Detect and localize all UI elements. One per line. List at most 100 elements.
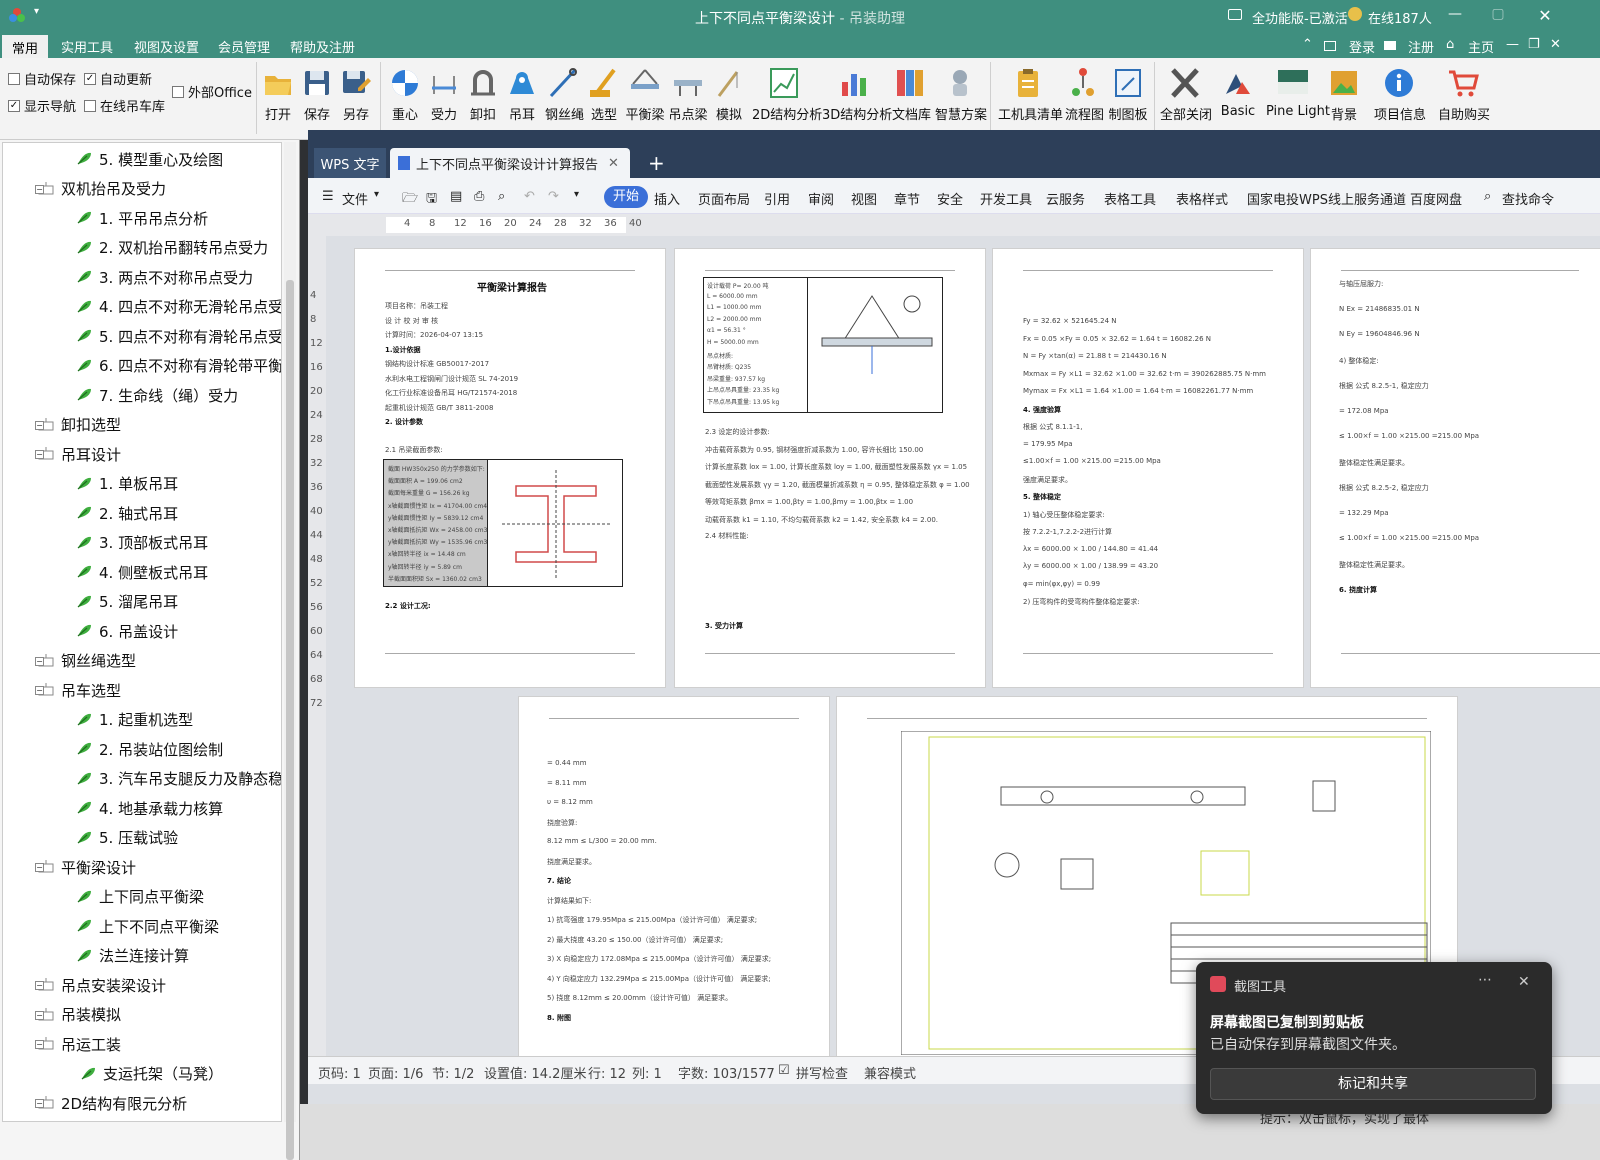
lifting-beam-button[interactable]: 吊点梁 (668, 66, 708, 132)
ribbon-layout-icon[interactable] (1324, 41, 1336, 51)
theme-basic-button[interactable]: Basic (1218, 66, 1258, 132)
status-row[interactable]: 行: 12 (588, 1063, 626, 1082)
menu-spic-service[interactable]: 国家电投WPS线上服务通道 (1247, 189, 1406, 208)
menu-cloud-service[interactable]: 云服务 (1046, 189, 1085, 208)
collapse-toggle-icon[interactable]: − (35, 656, 44, 666)
tree-category[interactable]: 吊点安装梁设计 (37, 973, 166, 997)
save-as-button[interactable]: 另存 (340, 66, 372, 132)
tree-item[interactable]: 支运托架（马凳） (79, 1062, 223, 1086)
menu-chapter[interactable]: 章节 (894, 189, 920, 208)
shackle-button[interactable]: 卸扣 (467, 66, 499, 132)
tree-category[interactable]: 吊装模拟 (37, 1003, 121, 1027)
menu-home[interactable]: 常用 (2, 35, 49, 58)
tree-category[interactable]: 2D结构有限元分析 (37, 1091, 187, 1115)
collapse-toggle-icon[interactable]: − (35, 1010, 44, 1020)
tree-item[interactable]: 4. 四点不对称无滑轮吊点受 (75, 295, 281, 319)
menu-baidu-disk[interactable]: 百度网盘 (1410, 189, 1462, 208)
register-link[interactable]: 注册 (1408, 37, 1434, 56)
child-restore-button[interactable]: ❐ (1528, 37, 1540, 52)
collapse-toggle-icon[interactable]: − (35, 420, 44, 430)
tree-item[interactable]: 7. 生命线（绳）受力 (75, 383, 238, 407)
force-button[interactable]: 受力 (428, 66, 460, 132)
document-page-3[interactable]: Fy = 32.62 × 521645.24 N Fx = 0.05 ×Fy = … (992, 248, 1304, 688)
document-page-4[interactable]: 与轴压屈服力: N Ex = 21486835.01 N N Ey = 196048… (1310, 248, 1600, 688)
quick-tools-dropdown-icon[interactable]: ▾ (574, 189, 579, 200)
undo-icon[interactable]: ↶ (524, 189, 535, 204)
document-library-button[interactable]: 文档库 (892, 66, 931, 132)
tab-start[interactable]: 开始 (604, 186, 648, 208)
lifting-lug-button[interactable]: 吊耳 (506, 66, 538, 132)
menu-references[interactable]: 引用 (764, 189, 790, 208)
menu-table-style[interactable]: 表格样式 (1176, 189, 1228, 208)
tree-item[interactable]: 4. 侧壁板式吊耳 (75, 560, 208, 584)
menu-insert[interactable]: 插入 (654, 189, 680, 208)
tree-category[interactable]: 钢丝绳选型 (37, 649, 136, 673)
maximize-button[interactable]: ▢ (1486, 6, 1510, 26)
collapse-toggle-icon[interactable]: − (35, 686, 44, 695)
tree-item[interactable]: 3. 汽车吊支腿反力及静态稳 (75, 767, 281, 791)
document-canvas[interactable]: 平衡梁计算报告 项目名称：吊装工程设 计 校 对 审 核计算时间：2026-04… (326, 236, 1600, 1056)
close-all-button[interactable]: 全部关闭 (1160, 66, 1212, 132)
menu-security[interactable]: 安全 (937, 189, 963, 208)
toast-close-icon[interactable]: ✕ (1518, 974, 1530, 990)
child-minimize-button[interactable]: — (1506, 37, 1519, 52)
file-menu-chevron-icon[interactable]: ▾ (374, 189, 379, 200)
menu-view[interactable]: 视图 (851, 189, 877, 208)
status-section[interactable]: 节: 1/2 (432, 1063, 474, 1082)
redo-icon[interactable]: ↷ (548, 189, 559, 204)
tools-list-button[interactable]: 工机具清单 (998, 66, 1063, 132)
status-page-number[interactable]: 页码: 1 (318, 1063, 361, 1082)
analysis-2d-button[interactable]: 2D结构分析 (752, 66, 822, 132)
tree-item[interactable]: 5. 压载试验 (75, 826, 178, 850)
collapse-toggle-icon[interactable]: − (35, 184, 44, 194)
center-of-gravity-button[interactable]: 重心 (389, 66, 421, 132)
tree-item[interactable]: 2. 轴式吊耳 (75, 501, 178, 525)
tree-item[interactable]: 上下同点平衡梁 (75, 885, 204, 909)
smart-plan-button[interactable]: 智慧方案 (935, 66, 987, 132)
wire-rope-button[interactable]: 钢丝绳 (545, 66, 584, 132)
child-close-button[interactable]: ✕ (1550, 37, 1561, 52)
print-preview-icon[interactable]: ⌕ (498, 189, 505, 204)
tree-item[interactable]: 5. 溜尾吊耳 (75, 590, 178, 614)
open-file-icon[interactable]: 🗁 (402, 189, 418, 211)
tree-category[interactable]: 双机抬吊及受力 (37, 177, 166, 201)
balance-beam-button[interactable]: 平衡梁 (625, 66, 665, 132)
theme-pine-light-button[interactable]: Pine Light (1266, 66, 1330, 132)
sidebar-scroll-thumb[interactable] (286, 280, 294, 1160)
menu-page-layout[interactable]: 页面布局 (698, 189, 750, 208)
tree-category[interactable]: 卸扣选型 (37, 413, 121, 437)
tree-category[interactable]: 平衡梁设计 (37, 855, 136, 879)
flowchart-button[interactable]: 流程图 (1065, 66, 1104, 132)
open-button[interactable]: 打开 (262, 66, 294, 132)
tree-item[interactable]: 1. 起重机选型 (75, 708, 193, 732)
print-icon[interactable]: ⎙ (474, 189, 484, 204)
status-word-count[interactable]: 字数: 103/1577 (678, 1063, 775, 1082)
find-command[interactable]: 查找命令 (1502, 189, 1554, 208)
ribbon-collapse-icon[interactable]: ⌃ (1302, 37, 1313, 52)
collapse-toggle-icon[interactable]: − (35, 450, 44, 459)
more-options-icon[interactable]: ⋯ (1478, 972, 1492, 988)
vertical-ruler[interactable]: 4 8 12 16 20 24 28 32 36 40 44 48 52 56 60 64 68 72 (308, 236, 326, 1066)
status-column[interactable]: 列: 1 (632, 1063, 662, 1082)
tree-category[interactable]: 吊运工装 (37, 1032, 121, 1056)
document-page-2[interactable]: 设计载荷 P= 20.00 吨 L = 6000.00 mm L1 = 1000.0… (674, 248, 986, 688)
tab-wps-writer[interactable]: WPS 文字 (314, 148, 386, 178)
tree-item[interactable]: 5. 模型重心及绘图 (75, 147, 223, 171)
tree-item[interactable]: 4. 地基承载力核算 (75, 796, 223, 820)
project-info-button[interactable]: 项目信息 (1374, 66, 1426, 132)
tree-category[interactable]: 吊车选型 (37, 678, 121, 702)
simulation-button[interactable]: 模拟 (713, 66, 745, 132)
file-menu[interactable]: 文件 (342, 189, 368, 208)
status-setting-value[interactable]: 设置值: 14.2厘米 (484, 1063, 586, 1082)
minimize-button[interactable]: — (1443, 6, 1467, 26)
tree-item[interactable]: 3. 顶部板式吊耳 (75, 531, 208, 555)
tree-category[interactable]: 吊耳设计 (37, 442, 121, 466)
menu-membership[interactable]: 会员管理 (218, 37, 270, 56)
tree-item[interactable]: 1. 单板吊耳 (75, 472, 178, 496)
auto-update-checkbox[interactable]: ✓ 自动更新 (84, 69, 152, 88)
tree-item[interactable]: 1. 平吊吊点分析 (75, 206, 208, 230)
search-icon[interactable]: ⌕ (1484, 189, 1491, 204)
drawing-board-button[interactable]: 制图板 (1108, 66, 1148, 132)
close-window-button[interactable]: ✕ (1533, 6, 1557, 26)
markup-share-button[interactable]: 标记和共享 (1210, 1068, 1536, 1100)
